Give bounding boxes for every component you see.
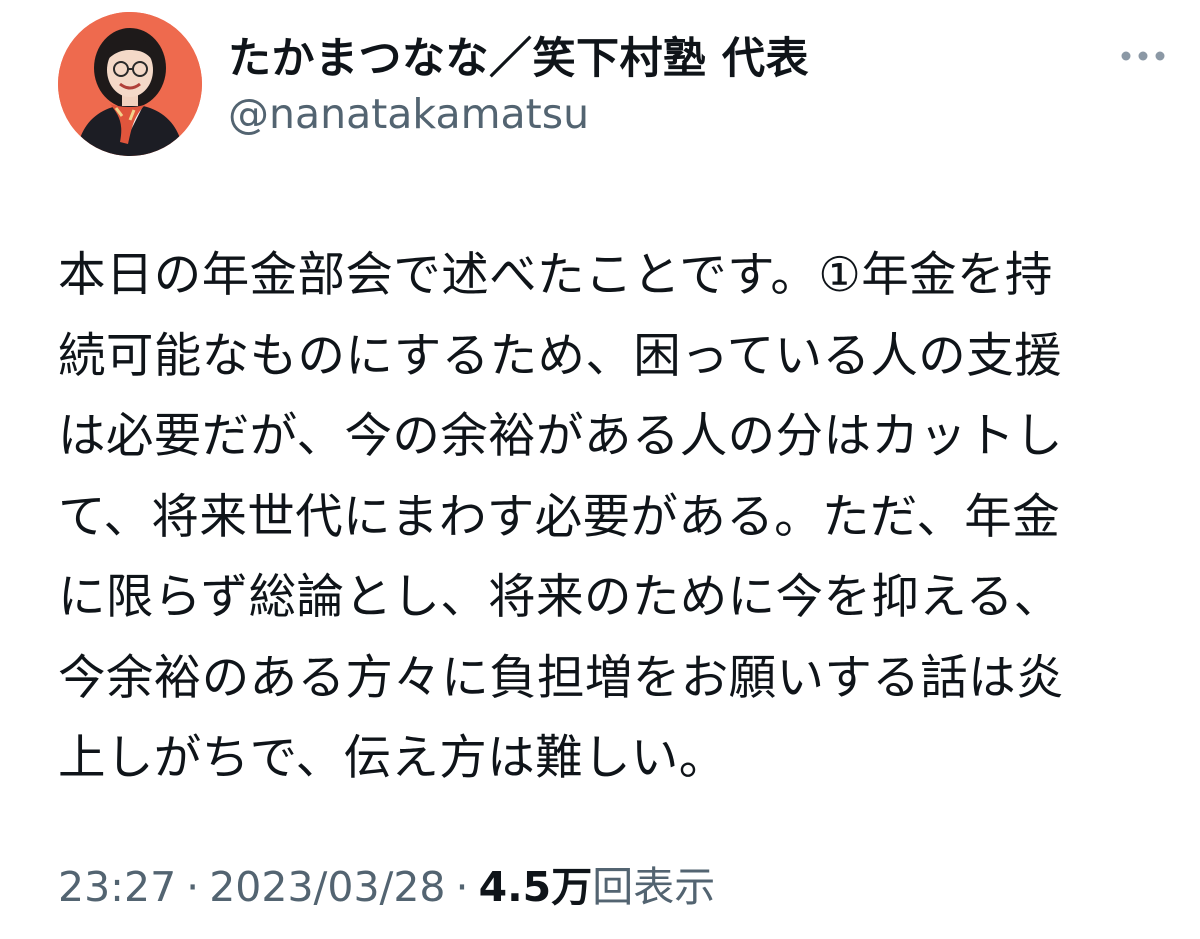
avatar[interactable] (58, 12, 202, 156)
views-label: 回表示 (592, 863, 716, 911)
tweet-date[interactable]: 2023/03/28 (209, 863, 445, 911)
views-count[interactable]: 4.5万 (479, 853, 593, 913)
separator: · (186, 863, 200, 911)
tweet-text-line: 続可能なものにするため、困っている人の支援 (58, 328, 1062, 384)
separator: · (455, 863, 469, 911)
tweet-text-line: て、将来世代にまわす必要がある。ただ、年金 (58, 489, 1061, 545)
tweet-text-line: は必要だが、今の余裕がある人の分はカットし (58, 409, 1063, 464)
display-name[interactable]: たかまつなな／笑下村塾 代表 (228, 24, 809, 86)
tweet-text: 本日の年金部会で述べたことです。①年金を持 続可能なものにするため、困っている人… (58, 236, 1158, 800)
tweet-text-line: 今余裕のある方々に負担増をお願いする話は炎 (58, 650, 1064, 706)
tweet-text-line: 上しがちで、伝え方は難しい。 (58, 731, 727, 786)
more-dots-icon (1121, 51, 1165, 61)
tweet-metadata: 23:27 · 2023/03/28 · 4.5万 回表示 (58, 853, 715, 913)
tweet: たかまつなな／笑下村塾 代表 @nanatakamatsu 本日の年金部会で述べ… (0, 0, 1200, 939)
profile-photo-avatar (58, 12, 202, 156)
tweet-text-line: 本日の年金部会で述べたことです。①年金を持 (58, 248, 1053, 303)
tweet-time[interactable]: 23:27 (58, 863, 176, 911)
tweet-text-line: に限らず総論とし、将来のために今を抑える、 (58, 570, 1062, 625)
user-handle[interactable]: @nanatakamatsu (228, 90, 589, 138)
more-button[interactable] (1118, 38, 1168, 74)
